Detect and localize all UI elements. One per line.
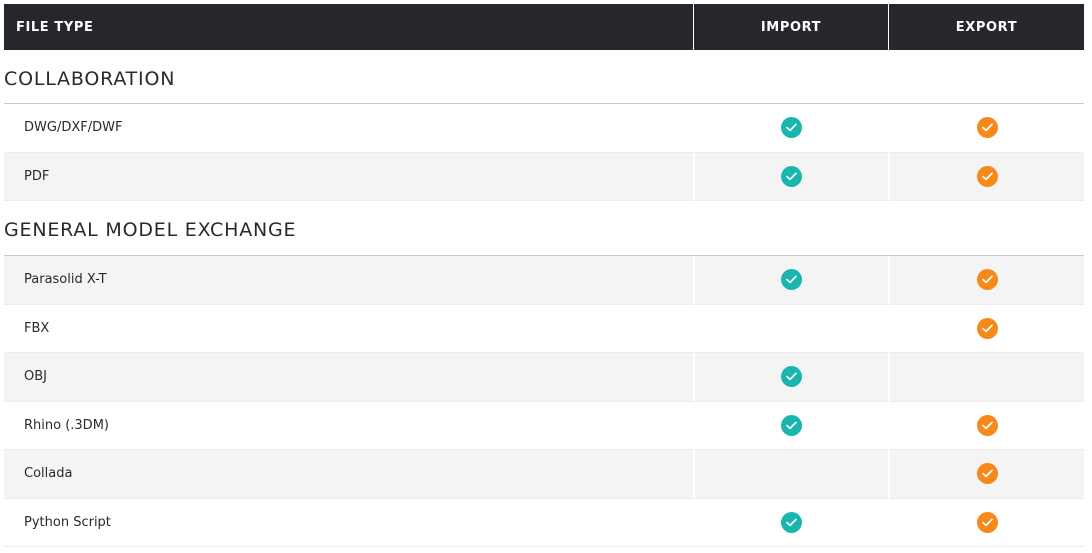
file-type-name: Parasolid X-T [4, 256, 693, 305]
export-cell [888, 104, 1084, 153]
file-type-name: Collada [4, 450, 693, 499]
export-cell [888, 256, 1084, 305]
import-cell [693, 401, 888, 450]
file-type-name: OBJ [4, 353, 693, 402]
checkmark-icon [781, 414, 802, 436]
table-row: Python Script [4, 498, 1084, 547]
import-cell [693, 304, 888, 353]
file-type-name: Python Script [4, 499, 693, 547]
file-type-name: Rhino (.3DM) [4, 402, 693, 450]
file-type-table: FILE TYPE IMPORT EXPORT COLLABORATION DW… [4, 4, 1084, 547]
header-export: EXPORT [888, 4, 1084, 50]
section-general-model-exchange-rows: Parasolid X-T FBX OBJ Rhino (.3DM) Colla… [4, 256, 1084, 547]
file-type-name: FBX [4, 305, 693, 353]
checkmark-icon [781, 511, 802, 533]
table-row: PDF [4, 152, 1084, 201]
export-cell [888, 152, 1084, 201]
table-row: Rhino (.3DM) [4, 401, 1084, 450]
table-row: DWG/DXF/DWF [4, 104, 1084, 153]
file-type-name: DWG/DXF/DWF [4, 104, 693, 153]
checkmark-icon [976, 463, 998, 485]
import-cell [693, 104, 888, 153]
file-type-name: PDF [4, 152, 693, 201]
export-cell [888, 450, 1084, 499]
export-cell [888, 498, 1084, 547]
checkmark-icon [976, 511, 998, 533]
import-cell [693, 450, 888, 499]
checkmark-icon [781, 117, 802, 139]
import-cell [693, 256, 888, 305]
import-cell [693, 152, 888, 201]
checkmark-icon [976, 269, 998, 291]
table-row: OBJ [4, 353, 1084, 402]
checkmark-icon [976, 317, 998, 339]
table-header: FILE TYPE IMPORT EXPORT [4, 4, 1084, 50]
export-cell [888, 304, 1084, 353]
import-cell [693, 353, 888, 402]
checkmark-icon [781, 269, 802, 291]
section-collaboration-rows: DWG/DXF/DWF PDF [4, 104, 1084, 201]
import-cell [693, 498, 888, 547]
checkmark-icon [781, 165, 802, 187]
section-title-general-model-exchange: GENERAL MODEL EXCHANGE [4, 201, 1084, 256]
table-row: FBX [4, 304, 1084, 353]
header-import: IMPORT [693, 4, 888, 50]
table-row: Parasolid X-T [4, 256, 1084, 305]
checkmark-icon [781, 366, 802, 388]
checkmark-icon [976, 414, 998, 436]
export-cell [888, 401, 1084, 450]
section-title-collaboration: COLLABORATION [4, 50, 1084, 104]
table-row: Collada [4, 450, 1084, 499]
export-cell [888, 353, 1084, 402]
checkmark-icon [976, 165, 998, 187]
header-file-type: FILE TYPE [16, 19, 94, 35]
checkmark-icon [976, 117, 998, 139]
